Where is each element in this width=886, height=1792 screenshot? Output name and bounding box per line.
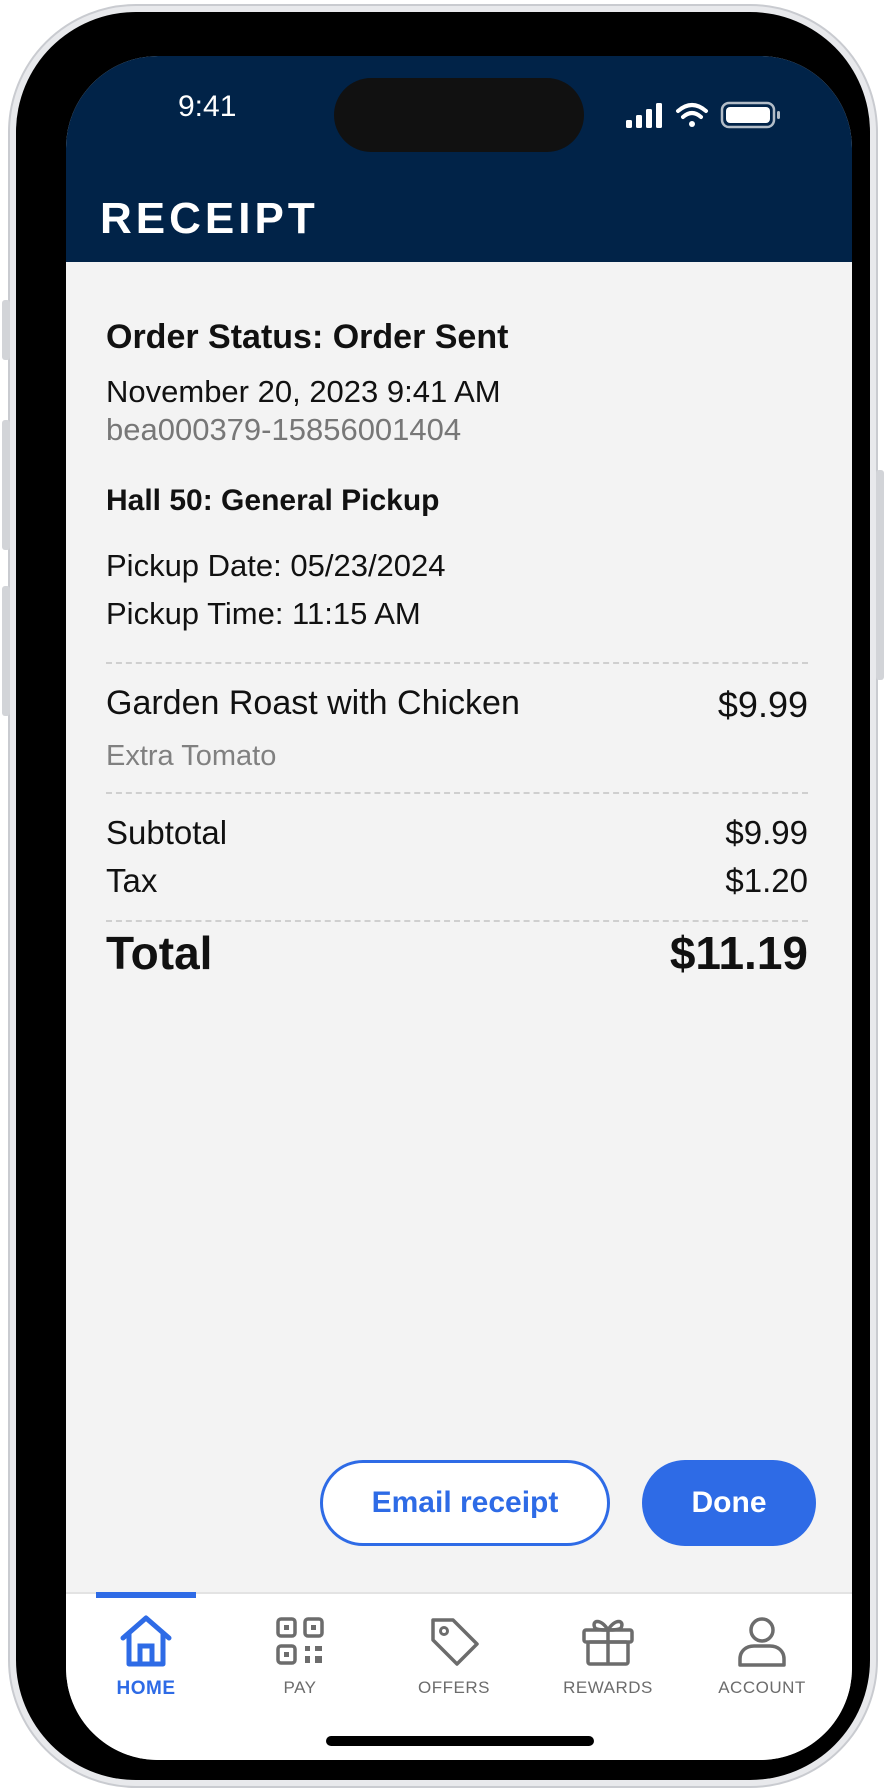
- pickup-date: Pickup Date: 05/23/2024: [106, 548, 446, 583]
- item-modifier: Extra Tomato: [106, 740, 277, 772]
- item-price: $9.99: [717, 684, 808, 725]
- home-icon: [120, 1615, 172, 1667]
- tag-icon: [431, 1618, 479, 1666]
- pickup-time: Pickup Time: 11:15 AM: [106, 596, 421, 631]
- order-status: Order Status: Order Sent: [106, 318, 509, 356]
- side-button-right: [876, 470, 884, 680]
- tab-offers[interactable]: OFFERS: [389, 1594, 519, 1714]
- tab-label: OFFERS: [418, 1678, 490, 1697]
- tab-label: ACCOUNT: [718, 1678, 806, 1697]
- tab-home[interactable]: HOME: [81, 1594, 211, 1714]
- tax-label: Tax: [106, 862, 158, 899]
- done-button[interactable]: Done: [642, 1460, 816, 1546]
- order-datetime: November 20, 2023 9:41 AM: [106, 374, 501, 409]
- page-title: RECEIPT: [100, 194, 319, 243]
- subtotal-label: Subtotal: [106, 814, 228, 851]
- tab-bar: HOME PAY OFFERS REWARDS ACCOUNT: [66, 1592, 852, 1760]
- subtotal-value: $9.99: [725, 814, 808, 851]
- tab-label: PAY: [283, 1678, 317, 1697]
- tax-value: $1.20: [725, 862, 808, 899]
- tab-rewards[interactable]: REWARDS: [543, 1594, 673, 1714]
- total-value: $11.19: [669, 927, 808, 979]
- screen: 9:41 RECEIPT Order Status: Order Sent No…: [66, 56, 852, 1760]
- divider: [106, 662, 808, 664]
- email-receipt-button[interactable]: Email receipt: [320, 1460, 610, 1546]
- side-button-left: [2, 420, 10, 550]
- header: 9:41 RECEIPT: [66, 56, 852, 262]
- tab-account[interactable]: ACCOUNT: [697, 1594, 827, 1714]
- status-icons: [626, 101, 780, 129]
- tab-label: REWARDS: [563, 1678, 653, 1697]
- gift-icon: [582, 1619, 634, 1666]
- side-button-left: [2, 300, 10, 360]
- tab-label: HOME: [116, 1678, 176, 1699]
- pickup-location: Hall 50: General Pickup: [106, 484, 440, 517]
- order-id: bea000379-15856001404: [106, 412, 462, 447]
- tab-pay[interactable]: PAY: [235, 1594, 365, 1714]
- side-button-left: [2, 586, 10, 716]
- qr-code-icon: [276, 1617, 324, 1665]
- signal-icon: [626, 103, 662, 128]
- battery-icon: [720, 101, 780, 129]
- divider: [106, 920, 808, 922]
- home-indicator: [326, 1736, 594, 1746]
- person-icon: [738, 1617, 786, 1667]
- phone-bezel: 9:41 RECEIPT Order Status: Order Sent No…: [16, 12, 870, 1780]
- wifi-icon: [676, 103, 708, 127]
- status-time: 9:41: [178, 90, 237, 123]
- divider: [106, 792, 808, 794]
- dynamic-island: [334, 78, 584, 152]
- total-label: Total: [106, 927, 213, 979]
- item-name: Garden Roast with Chicken: [106, 684, 520, 722]
